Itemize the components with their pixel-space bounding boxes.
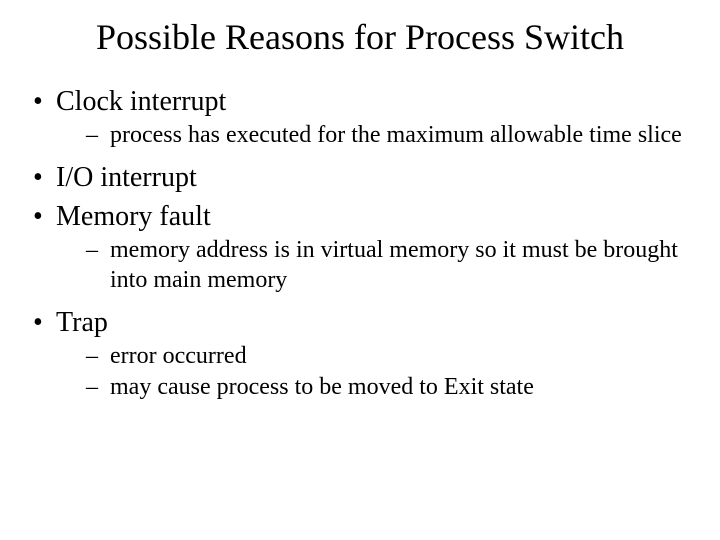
list-item: Trap error occurred may cause process to… [30,305,690,403]
list-item: Memory fault memory address is in virtua… [30,199,690,295]
list-item-label: I/O interrupt [56,162,197,193]
sub-list: memory address is in virtual memory so i… [56,236,690,295]
sub-list-item: process has executed for the maximum all… [56,121,690,150]
list-item: I/O interrupt [30,160,690,195]
list-item-label: Trap [56,307,108,338]
list-item-label: Clock interrupt [56,86,226,117]
sub-list-item: memory address is in virtual memory so i… [56,236,690,295]
slide-title: Possible Reasons for Process Switch [30,16,690,58]
slide: Possible Reasons for Process Switch Cloc… [0,0,720,540]
sub-list-item: may cause process to be moved to Exit st… [56,373,690,402]
list-item: Clock interrupt process has executed for… [30,84,690,150]
bullet-list: Clock interrupt process has executed for… [30,84,690,402]
sub-list: process has executed for the maximum all… [56,121,690,150]
sub-list-item: error occurred [56,342,690,371]
sub-list: error occurred may cause process to be m… [56,342,690,403]
list-item-label: Memory fault [56,201,211,232]
